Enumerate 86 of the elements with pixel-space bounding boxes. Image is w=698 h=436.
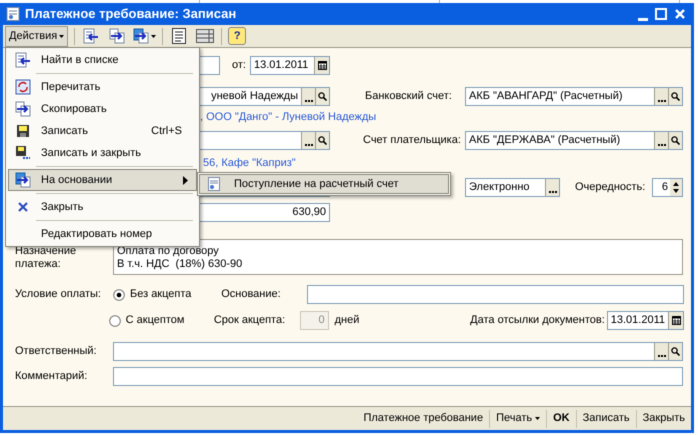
search-button[interactable] <box>668 132 682 149</box>
select-button[interactable] <box>654 343 668 360</box>
caret-icon <box>535 417 540 420</box>
documents-arrow-icon <box>133 28 150 44</box>
responsible-field[interactable] <box>113 342 683 361</box>
maximize-icon <box>655 8 667 20</box>
radio-option[interactable]: Без акцепта <box>113 286 204 303</box>
field-label: Назначение платежа: <box>15 244 78 272</box>
search-button[interactable] <box>668 343 682 360</box>
caret-icon <box>59 34 64 38</box>
refresh-icon <box>15 79 31 95</box>
calendar-button[interactable] <box>668 312 683 329</box>
close-button[interactable] <box>674 7 688 21</box>
maximize-button[interactable] <box>655 7 669 21</box>
list-icon <box>172 28 186 44</box>
select-button[interactable] <box>654 88 668 105</box>
menu-item[interactable]: На основании <box>8 169 197 191</box>
footer-button[interactable]: Печать <box>490 408 546 428</box>
field-label: Основание: <box>221 287 282 302</box>
payer-link[interactable]: 56, Кафе "Каприз" <box>203 155 296 172</box>
payer-account-field[interactable]: АКБ "ДЕРЖАВА" (Расчетный) <box>465 131 683 150</box>
help-button[interactable]: ? <box>228 27 246 45</box>
search-button[interactable] <box>668 88 682 105</box>
shortcut-label: Ctrl+S <box>151 124 182 139</box>
select-button[interactable] <box>301 88 315 105</box>
field-label: Очередность: <box>575 181 646 194</box>
radio-option[interactable]: С акцептом <box>108 312 197 329</box>
field-label: Банковский счет: <box>365 89 453 104</box>
search-button[interactable] <box>315 88 329 105</box>
field-label: от: <box>232 59 246 72</box>
spinner-arrows-icon <box>670 179 682 196</box>
recipient-link[interactable]: , ООО "Данго" - Луневой Надежды <box>200 109 376 126</box>
document-icon <box>208 177 220 191</box>
search-icon <box>671 92 680 101</box>
search-icon <box>318 92 327 101</box>
menu-item[interactable]: Поступление на расчетный счет <box>199 174 449 194</box>
search-icon <box>671 136 680 145</box>
bank-account-field[interactable]: АКБ "АВАНГАРД" (Расчетный) <box>465 87 683 106</box>
calendar-icon <box>672 316 680 325</box>
comment-field[interactable] <box>113 367 683 386</box>
calendar-icon <box>318 61 326 70</box>
list-arrow-icon <box>83 28 100 44</box>
footer-button[interactable]: OK <box>547 408 576 428</box>
field-label: Комментарий: <box>15 369 88 384</box>
field-label: Счет плательщика: <box>363 133 462 148</box>
floppy-icon <box>15 123 31 139</box>
footer-button[interactable]: Записать <box>576 408 636 428</box>
priority-spinner[interactable]: 6 <box>652 178 683 197</box>
menu-item[interactable]: Записать и закрыть <box>8 142 197 164</box>
menu-item[interactable]: Найти в списке <box>8 49 197 71</box>
select-button[interactable] <box>301 132 315 149</box>
field-label: Дата отсылки документов: <box>470 314 605 326</box>
copy-button[interactable] <box>107 26 128 46</box>
close-icon <box>17 201 29 213</box>
purpose-textarea[interactable]: Оплата по договору В т.ч. НДС (18%) 630-90 <box>113 239 683 275</box>
based-on-button[interactable] <box>133 26 156 46</box>
caret-icon <box>151 34 156 38</box>
documents-arrow-icon <box>15 172 31 188</box>
search-button[interactable] <box>315 132 329 149</box>
footer-button[interactable]: Закрыть <box>636 408 691 428</box>
minimize-icon <box>638 18 648 21</box>
table-button[interactable] <box>195 26 216 46</box>
date-field[interactable]: 13.01.2011 <box>250 56 330 75</box>
window-title: Платежное требование: Записан <box>25 5 238 24</box>
field-label: дней <box>334 314 360 326</box>
copy-icon <box>15 101 31 117</box>
search-icon <box>318 136 327 145</box>
select-button[interactable] <box>654 132 668 149</box>
footer-button[interactable]: Платежное требование <box>357 408 490 428</box>
copy-icon <box>109 28 126 44</box>
menu-item[interactable]: Записать Ctrl+S <box>8 120 197 142</box>
search-icon <box>671 347 680 356</box>
payment-type-field[interactable]: Электронно <box>465 178 560 197</box>
document-icon <box>6 7 20 21</box>
field-label: Условие оплаты: <box>15 287 102 302</box>
floppy-arrow-icon <box>15 145 31 161</box>
close-icon <box>674 8 686 20</box>
field-label: Ответственный: <box>15 344 98 360</box>
select-button[interactable] <box>545 179 559 196</box>
table-icon <box>196 29 214 43</box>
docs-date-field[interactable]: 13.01.2011 <box>606 311 684 330</box>
actions-menu-button[interactable]: Действия <box>5 26 68 46</box>
basis-field[interactable] <box>307 285 684 304</box>
calendar-button[interactable] <box>314 57 329 74</box>
list-arrow-icon <box>15 52 31 68</box>
field-label: Срок акцепта: <box>214 313 286 328</box>
